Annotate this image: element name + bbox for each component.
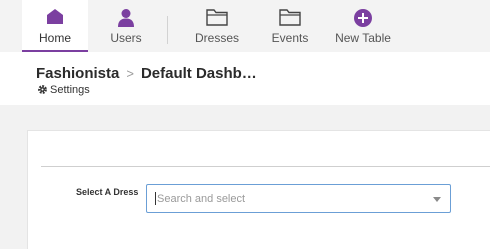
select-dress-label: Select A Dress [76,187,139,197]
nav-divider [167,16,168,44]
content-card: Select A Dress [27,130,490,249]
home-icon [46,8,64,28]
nav-item-dresses[interactable]: Dresses [188,0,246,52]
settings-label: Settings [50,84,90,96]
gear-icon [38,85,47,94]
nav-item-events[interactable]: Events [262,0,318,52]
nav-item-label: Users [110,31,142,45]
nav-item-label: Home [38,31,71,45]
nav-item-users[interactable]: Users [100,0,152,52]
page-header: Fashionista > Default Dashb… Settings [0,52,490,105]
breadcrumb: Fashionista > Default Dashb… [36,65,257,82]
page-title: Default Dashb… [140,65,257,82]
text-cursor [155,192,156,205]
folder-icon [206,8,228,29]
plus-circle-icon [353,8,373,31]
folder-icon [279,8,301,29]
settings-link[interactable]: Settings [37,84,90,96]
section-divider [41,166,490,167]
top-navigation: Home Users Dresses Events New Table [0,0,490,52]
select-dress-dropdown[interactable] [146,184,451,213]
nav-item-new-table[interactable]: New Table [332,0,394,52]
nav-item-label: Dresses [194,31,239,45]
select-dress-search-input[interactable] [157,189,417,209]
breadcrumb-app-name[interactable]: Fashionista [36,65,119,82]
nav-item-label: New Table [335,31,391,45]
nav-item-label: Events [271,31,309,45]
user-icon [117,8,135,31]
nav-item-home[interactable]: Home [22,0,88,52]
breadcrumb-separator: > [126,66,134,81]
chevron-down-icon[interactable] [433,197,441,202]
